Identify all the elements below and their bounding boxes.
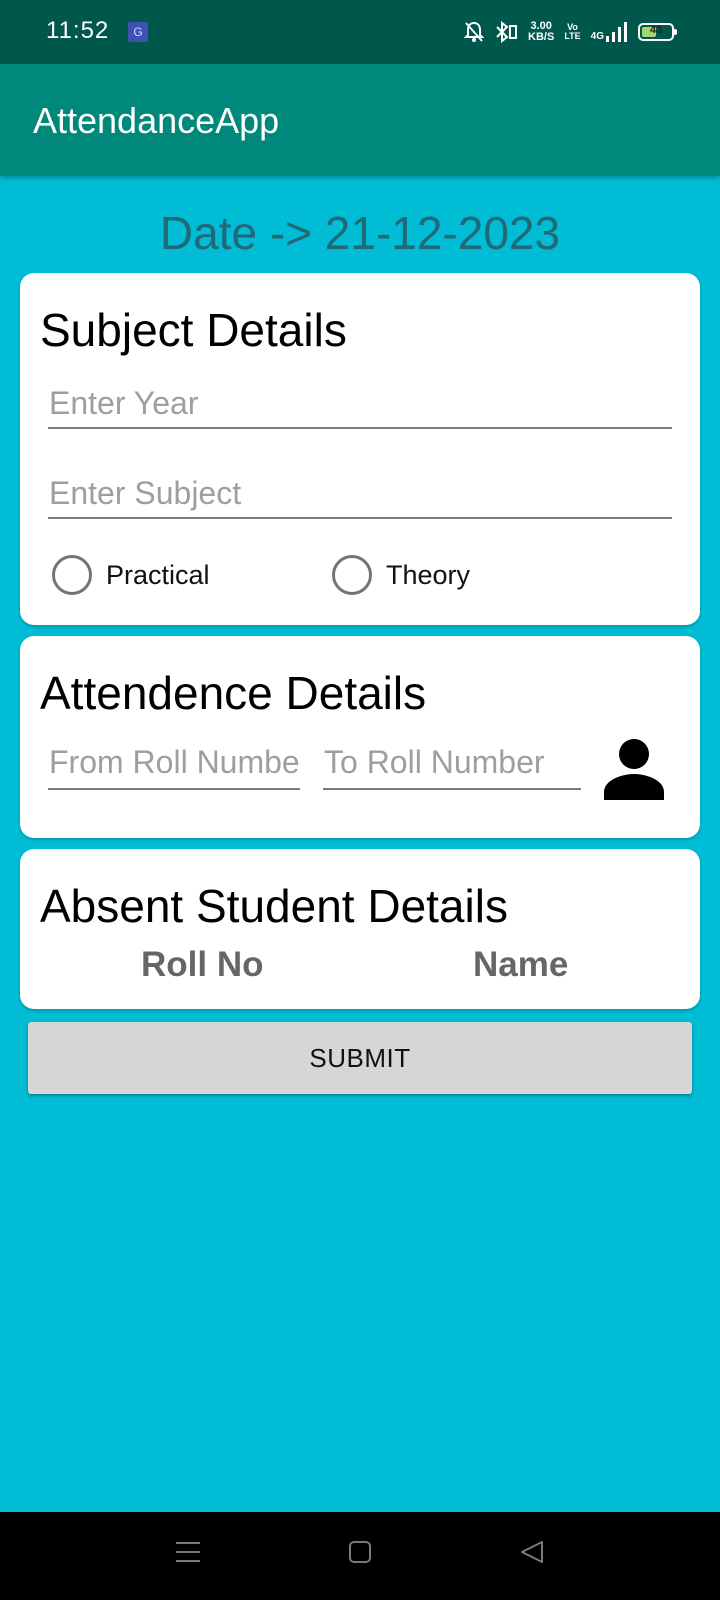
app-bar: AttendanceApp bbox=[0, 64, 720, 176]
subject-details-card: Subject Details Practical Theory bbox=[20, 273, 700, 625]
radio-theory[interactable]: Theory bbox=[332, 555, 470, 595]
from-roll-field bbox=[48, 744, 300, 790]
from-roll-input[interactable] bbox=[48, 744, 300, 781]
subject-field bbox=[48, 475, 672, 519]
radio-label-practical: Practical bbox=[106, 559, 210, 590]
volte-indicator: Vo LTE bbox=[564, 22, 581, 41]
absent-student-title: Absent Student Details bbox=[40, 880, 508, 932]
status-bar: 11:52 G 3.00 KB/S Vo LTE 4G 43 bbox=[0, 0, 720, 64]
year-input[interactable] bbox=[48, 385, 672, 422]
radio-circle-practical[interactable] bbox=[52, 555, 92, 595]
attendance-details-title: Attendence Details bbox=[40, 667, 427, 719]
person-icon[interactable] bbox=[602, 736, 666, 805]
submit-button[interactable]: SUBMIT bbox=[28, 1022, 692, 1094]
navigation-bar bbox=[0, 1512, 720, 1600]
signal-icon: 4G bbox=[591, 22, 628, 42]
year-field bbox=[48, 385, 672, 429]
back-icon[interactable] bbox=[518, 1538, 546, 1571]
menu-icon[interactable] bbox=[174, 1538, 202, 1571]
subject-input[interactable] bbox=[48, 475, 672, 512]
column-header-roll-no: Roll No bbox=[141, 945, 264, 984]
to-roll-field bbox=[323, 744, 581, 790]
bell-off-icon bbox=[464, 21, 485, 43]
battery-icon: 43 bbox=[638, 23, 677, 41]
subject-details-title: Subject Details bbox=[40, 304, 347, 356]
radio-label-theory: Theory bbox=[386, 559, 471, 590]
network-speed: 3.00 KB/S bbox=[528, 20, 555, 43]
date-label: Date -> 21-12-2023 bbox=[159, 207, 561, 259]
column-header-name: Name bbox=[473, 945, 569, 984]
status-icons: 3.00 KB/S Vo LTE 4G 43 bbox=[464, 18, 677, 46]
home-icon[interactable] bbox=[346, 1538, 374, 1571]
bluetooth-icon bbox=[494, 21, 518, 43]
status-time: 11:52 bbox=[46, 17, 110, 44]
absent-student-card: Absent Student Details Roll No Name bbox=[20, 849, 700, 1009]
attendance-details-card: Attendence Details bbox=[20, 636, 700, 838]
notification-app-icon: G bbox=[128, 22, 148, 42]
to-roll-input[interactable] bbox=[323, 744, 581, 781]
radio-circle-theory[interactable] bbox=[332, 555, 372, 595]
radio-practical[interactable]: Practical bbox=[52, 555, 210, 595]
app-title: AttendanceApp bbox=[33, 100, 280, 141]
